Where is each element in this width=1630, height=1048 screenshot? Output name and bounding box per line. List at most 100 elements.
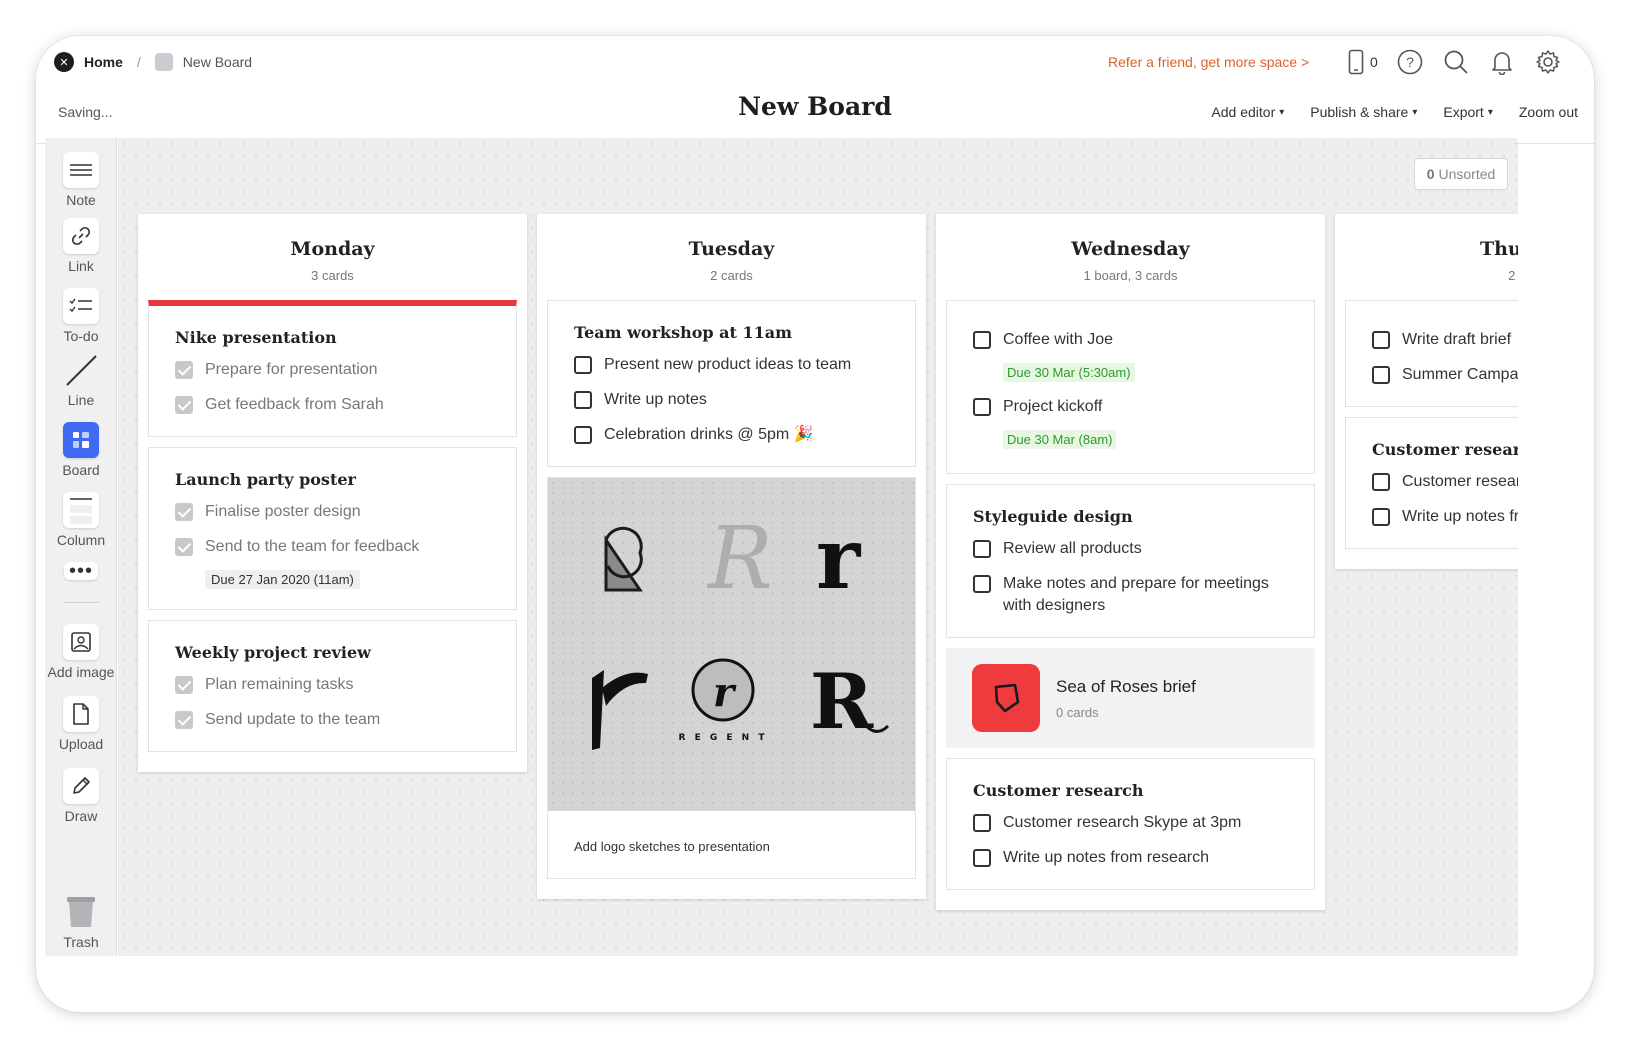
tool-link[interactable]: Link	[45, 218, 117, 274]
todo-text[interactable]: Write up notes from research	[1402, 506, 1518, 528]
todo-text[interactable]: Send to the team for feedback	[205, 536, 419, 558]
checkbox[interactable]	[973, 575, 991, 593]
card-title[interactable]: Styleguide design	[973, 507, 1288, 526]
column-monday[interactable]: Monday 3 cards Nike presentation Prepare…	[138, 214, 527, 772]
due-date-badge[interactable]: Due 27 Jan 2020 (11am)	[205, 570, 360, 589]
checkbox-checked[interactable]	[175, 676, 193, 694]
search-icon[interactable]	[1442, 48, 1470, 76]
link-icon	[63, 218, 99, 254]
image-caption[interactable]: Add logo sketches to presentation	[548, 811, 915, 878]
checkbox[interactable]	[574, 391, 592, 409]
card-styleguide-design[interactable]: Styleguide design Review all products Ma…	[946, 484, 1315, 638]
checkbox[interactable]	[1372, 508, 1390, 526]
image-card-logo-sketches[interactable]: R r r R E G E N T R Add logo sketches to…	[547, 477, 916, 879]
bell-icon[interactable]	[1488, 48, 1516, 76]
card-team-workshop[interactable]: Team workshop at 11am Present new produc…	[547, 300, 916, 467]
card-title[interactable]: Nike presentation	[175, 328, 490, 347]
checkbox-checked[interactable]	[175, 711, 193, 729]
todo-text[interactable]: Write draft brief	[1402, 329, 1511, 351]
checkbox[interactable]	[1372, 366, 1390, 384]
checkbox-checked[interactable]	[175, 361, 193, 379]
column-title[interactable]: Wednesday	[936, 238, 1325, 260]
column-title[interactable]: Monday	[138, 238, 527, 260]
todo-text[interactable]: Make notes and prepare for meetings with…	[1003, 573, 1288, 617]
due-date-badge[interactable]: Due 30 Mar (8am)	[1003, 430, 1117, 449]
column-wednesday[interactable]: Wednesday 1 board, 3 cards Coffee with J…	[936, 214, 1325, 910]
card-schedule[interactable]: Coffee with Joe Due 30 Mar (5:30am) Proj…	[946, 300, 1315, 474]
todo-text[interactable]: Customer research Skype at 3pm	[1402, 471, 1518, 493]
column-title[interactable]: Thursday	[1335, 238, 1518, 260]
card-title[interactable]: Customer research	[973, 781, 1288, 800]
card-draft-brief[interactable]: Write draft brief Summer Campaign	[1345, 300, 1518, 407]
publish-share-button[interactable]: Publish & share ▾	[1310, 104, 1417, 120]
todo-text[interactable]: Write up notes	[604, 389, 707, 411]
card-customer-research[interactable]: Customer research Customer research Skyp…	[946, 758, 1315, 890]
checkbox[interactable]	[973, 814, 991, 832]
tool-draw[interactable]: Draw	[45, 768, 117, 824]
checkbox-checked[interactable]	[175, 396, 193, 414]
help-icon[interactable]: ?	[1396, 48, 1424, 76]
todo-text[interactable]: Write up notes from research	[1003, 847, 1209, 869]
card-title[interactable]: Weekly project review	[175, 643, 490, 662]
add-editor-button[interactable]: Add editor ▾	[1211, 104, 1284, 120]
board-card-sea-of-roses[interactable]: Sea of Roses brief 0 cards	[946, 648, 1315, 748]
todo-text[interactable]: Plan remaining tasks	[205, 674, 354, 696]
checkbox[interactable]	[973, 849, 991, 867]
todo-text[interactable]: Prepare for presentation	[205, 359, 378, 381]
milanote-logo-icon[interactable]: ✕	[54, 52, 74, 72]
todo-text[interactable]: Celebration drinks @ 5pm 🎉	[604, 424, 814, 446]
checkbox[interactable]	[973, 540, 991, 558]
todo-text[interactable]: Coffee with Joe	[1003, 329, 1113, 351]
refer-link[interactable]: Refer a friend, get more space >	[1108, 54, 1309, 70]
tool-board[interactable]: Board	[45, 422, 117, 478]
board-canvas[interactable]: 0 Unsorted Monday 3 cards Nike presentat…	[118, 138, 1518, 956]
checkbox-checked[interactable]	[175, 503, 193, 521]
logo-sketches-image[interactable]: R r r R E G E N T R	[548, 478, 915, 811]
more-tools[interactable]: •••	[45, 561, 117, 584]
rose-board-icon	[972, 664, 1040, 732]
board-tool-icon	[63, 422, 99, 458]
column-title[interactable]: Tuesday	[537, 238, 926, 260]
export-button[interactable]: Export ▾	[1443, 104, 1493, 120]
devices-button[interactable]: 0	[1348, 49, 1378, 75]
card-customer-research-thu[interactable]: Customer research Customer research Skyp…	[1345, 417, 1518, 549]
tool-line[interactable]: Line	[45, 352, 117, 408]
due-date-badge[interactable]: Due 30 Mar (5:30am)	[1003, 363, 1135, 382]
column-tuesday[interactable]: Tuesday 2 cards Team workshop at 11am Pr…	[537, 214, 926, 899]
checkbox[interactable]	[973, 398, 991, 416]
checkbox[interactable]	[973, 331, 991, 349]
checkbox[interactable]	[574, 356, 592, 374]
card-title[interactable]: Team workshop at 11am	[574, 323, 889, 342]
todo-text[interactable]: Present new product ideas to team	[604, 354, 851, 376]
todo-text[interactable]: Summer Campaign	[1402, 364, 1518, 386]
card-launch-party-poster[interactable]: Launch party poster Finalise poster desi…	[148, 447, 517, 610]
checkbox[interactable]	[574, 426, 592, 444]
board-name[interactable]: Sea of Roses brief	[1056, 677, 1196, 697]
tool-add-image[interactable]: Add image	[45, 624, 117, 680]
card-title[interactable]: Customer research	[1372, 440, 1518, 459]
todo-text[interactable]: Send update to the team	[205, 709, 380, 731]
zoom-out-button[interactable]: Zoom out	[1519, 104, 1578, 120]
todo-text[interactable]: Get feedback from Sarah	[205, 394, 384, 416]
todo-text[interactable]: Customer research Skype at 3pm	[1003, 812, 1241, 834]
checkbox[interactable]	[1372, 331, 1390, 349]
card-nike-presentation[interactable]: Nike presentation Prepare for presentati…	[148, 300, 517, 437]
tool-todo[interactable]: To-do	[45, 288, 117, 344]
todo-text[interactable]: Project kickoff	[1003, 396, 1102, 418]
gear-icon[interactable]	[1534, 48, 1562, 76]
breadcrumb-home[interactable]: Home	[84, 54, 123, 70]
checkbox-checked[interactable]	[175, 538, 193, 556]
column-thursday[interactable]: Thursday 2 cards Write draft brief Summe…	[1335, 214, 1518, 569]
todo-item: Send update to the team	[175, 709, 490, 731]
todo-text[interactable]: Finalise poster design	[205, 501, 361, 523]
tool-upload[interactable]: Upload	[45, 696, 117, 752]
todo-text[interactable]: Review all products	[1003, 538, 1142, 560]
checkbox[interactable]	[1372, 473, 1390, 491]
breadcrumb-board[interactable]: New Board	[183, 54, 252, 70]
card-title[interactable]: Launch party poster	[175, 470, 490, 489]
tool-note[interactable]: Note	[45, 152, 117, 208]
card-weekly-project-review[interactable]: Weekly project review Plan remaining tas…	[148, 620, 517, 752]
tool-column[interactable]: Column	[45, 492, 117, 548]
unsorted-button[interactable]: 0 Unsorted	[1414, 158, 1508, 190]
trash[interactable]: Trash	[45, 894, 117, 950]
